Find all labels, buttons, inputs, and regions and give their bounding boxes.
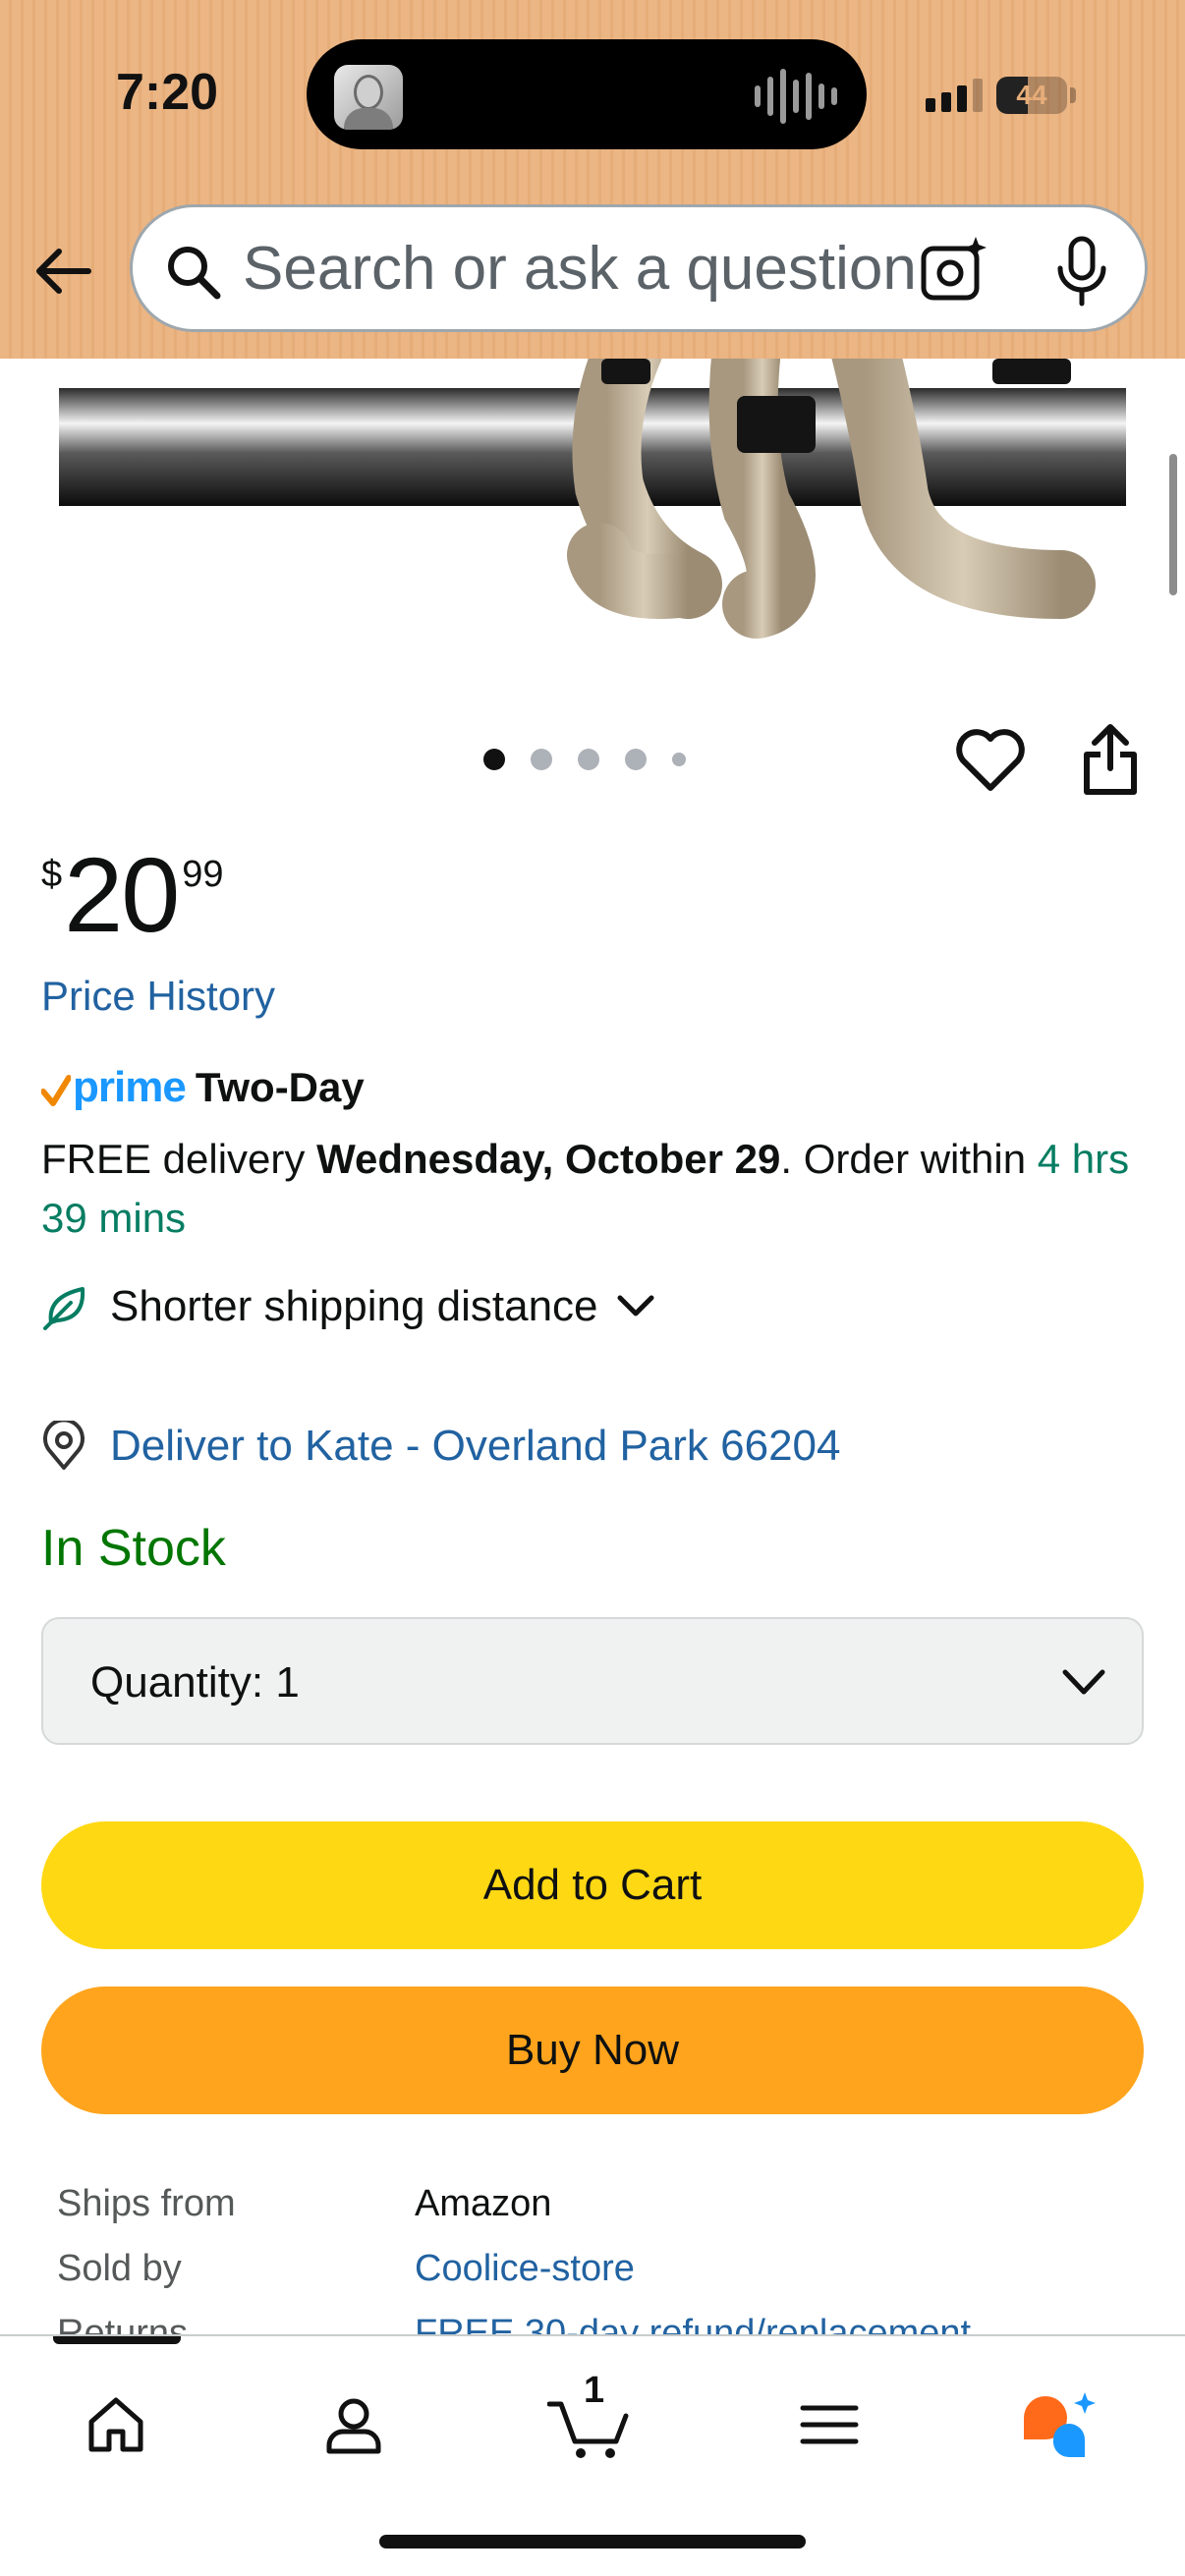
product-image[interactable] [0, 359, 1185, 673]
island-avatar [334, 65, 403, 130]
camera-lens-icon[interactable] [919, 235, 991, 308]
dynamic-island [307, 39, 867, 149]
delivery-message: FREE delivery Wednesday, October 29. Ord… [41, 1130, 1152, 1248]
leaf-icon [43, 1287, 85, 1330]
location-pin-icon [43, 1421, 85, 1470]
ships-from-label: Ships from [57, 2183, 236, 2224]
stock-status: In Stock [41, 1520, 226, 1577]
cart-count-badge: 1 [584, 2370, 605, 2411]
add-to-cart-button[interactable]: Add to Cart [41, 1821, 1144, 1949]
chevron-down-icon [1062, 1669, 1105, 1695]
quantity-label: Quantity: [90, 1658, 264, 1707]
carousel-dot[interactable] [483, 749, 505, 770]
price-history-link[interactable]: Price History [41, 973, 275, 1020]
battery-icon: 44 [996, 77, 1067, 114]
tab-account[interactable] [305, 2376, 403, 2474]
price-whole: 20 [64, 835, 180, 954]
quantity-select[interactable]: Quantity: 1 [41, 1617, 1144, 1745]
home-icon [88, 2397, 143, 2452]
sold-by-label: Sold by [57, 2248, 182, 2289]
status-time: 7:20 [116, 64, 219, 121]
carousel-dot[interactable] [578, 749, 599, 770]
quantity-value: 1 [275, 1658, 300, 1707]
delivery-date: Wednesday, October 29 [316, 1136, 781, 1182]
delivery-prefix: FREE delivery [41, 1136, 317, 1182]
shorter-shipping-toggle[interactable]: Shorter shipping distance [41, 1282, 655, 1331]
price: $ 20 99 [41, 840, 224, 950]
deliver-to-text: Deliver to Kate - Overland Park 66204 [110, 1422, 841, 1470]
app-header: 7:20 44 [0, 0, 1185, 359]
info-row-ships-from: Ships from Amazon [57, 2171, 971, 2236]
cellular-signal-icon [926, 79, 983, 112]
prime-label: prime [73, 1063, 187, 1111]
buy-now-button[interactable]: Buy Now [41, 1987, 1144, 2114]
price-fraction: 99 [182, 854, 224, 895]
carousel-dot[interactable] [531, 749, 552, 770]
chevron-down-icon [617, 1295, 654, 1316]
account-icon [326, 2398, 381, 2454]
battery-percent: 44 [1016, 80, 1047, 110]
microphone-icon[interactable] [1050, 235, 1113, 308]
active-tab-indicator [53, 2336, 181, 2344]
carousel-dot[interactable] [672, 753, 686, 766]
carousel-dot[interactable] [625, 749, 647, 770]
heart-icon[interactable] [955, 727, 1026, 794]
deliver-to-link[interactable]: Deliver to Kate - Overland Park 66204 [41, 1421, 841, 1472]
search-bar[interactable] [130, 204, 1148, 332]
audio-waveform-icon [755, 69, 837, 124]
sold-by-link[interactable]: Coolice-store [415, 2236, 635, 2301]
menu-icon [800, 2405, 859, 2444]
order-within-prefix: . Order within [780, 1136, 1038, 1182]
prime-speed: Two-Day [195, 1064, 365, 1110]
tab-rufus[interactable] [1012, 2376, 1110, 2474]
scrollbar[interactable] [1169, 454, 1177, 595]
search-icon [168, 247, 221, 300]
tab-cart[interactable]: 1 [540, 2370, 639, 2474]
back-arrow-icon[interactable] [29, 236, 100, 307]
home-indicator [379, 2535, 806, 2548]
tab-home[interactable] [67, 2376, 165, 2474]
prime-badge: prime Two-Day [41, 1063, 365, 1112]
share-icon[interactable] [1079, 723, 1142, 798]
price-currency: $ [41, 854, 63, 895]
rufus-chat-icon [1024, 2392, 1096, 2458]
info-row-sold-by: Sold by Coolice-store [57, 2236, 971, 2301]
prime-check-icon [41, 1075, 71, 1106]
ships-from-value: Amazon [415, 2183, 552, 2224]
tab-menu[interactable] [780, 2376, 878, 2474]
shipping-note: Shorter shipping distance [110, 1282, 598, 1330]
tripod-product-photo [59, 359, 1126, 639]
image-carousel-dots[interactable] [483, 749, 686, 770]
